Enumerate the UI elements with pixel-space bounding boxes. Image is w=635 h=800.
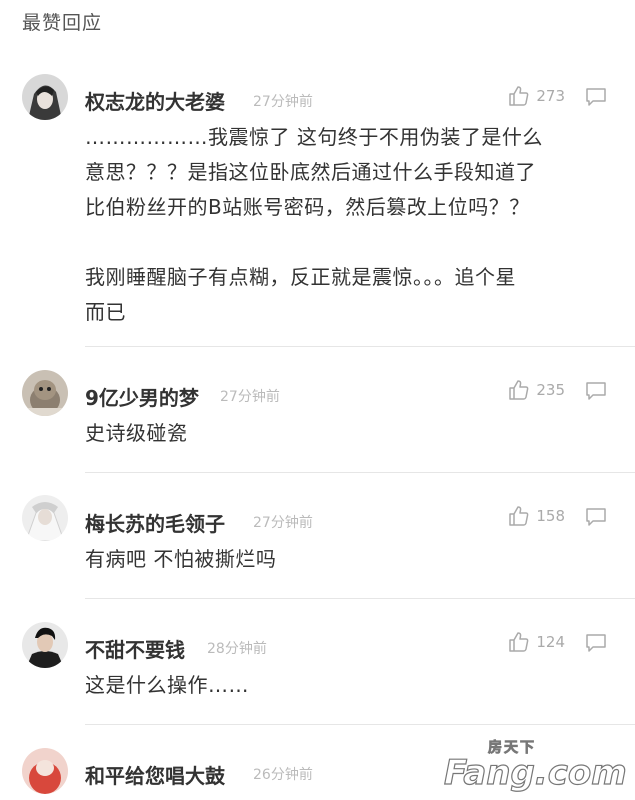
thumbs-up-icon: [508, 631, 530, 653]
thumbs-up-icon: [508, 379, 530, 401]
comment-bubble-icon[interactable]: [585, 633, 607, 657]
thumbs-up-icon: [508, 505, 530, 527]
comment-text: 有病吧 不怕被撕烂吗: [85, 547, 277, 571]
comment-line: 而已: [85, 300, 126, 324]
timestamp: 27分钟前: [253, 94, 313, 110]
username[interactable]: 梅长苏的毛领子: [85, 508, 225, 537]
like-count: 235: [536, 381, 565, 399]
comment-bubble-icon[interactable]: [585, 507, 607, 531]
avatar[interactable]: [22, 748, 68, 794]
thumbs-up-icon: [508, 85, 530, 107]
username[interactable]: 和平给您唱大鼓: [85, 760, 225, 789]
timestamp: 26分钟前: [253, 767, 313, 783]
like-button[interactable]: 158: [508, 505, 565, 527]
username[interactable]: 9亿少男的梦: [85, 382, 199, 411]
like-button[interactable]: 235: [508, 379, 565, 401]
comment-line: 意思？？？是指这位卧底然后通过什么手段知道了: [85, 160, 536, 184]
watermark-text: Fang.com: [444, 753, 627, 792]
username[interactable]: 不甜不要钱: [85, 634, 185, 663]
username[interactable]: 权志龙的大老婆: [85, 86, 225, 115]
timestamp: 27分钟前: [220, 389, 280, 405]
avatar[interactable]: [22, 74, 68, 120]
comment-page: 最赞回应 权志龙的大老婆 27分钟前 273 ………………我震惊了 这句终于不用…: [0, 0, 635, 800]
comment-bubble-icon[interactable]: [585, 87, 607, 111]
like-button[interactable]: 273: [508, 85, 565, 107]
comment-line: 比伯粉丝开的B站账号密码，然后篡改上位吗？？: [85, 195, 530, 219]
section-title: 最赞回应: [22, 12, 103, 34]
divider: [85, 724, 635, 725]
comment-line: ………………我震惊了 这句终于不用伪装了是什么: [85, 125, 543, 149]
avatar[interactable]: [22, 495, 68, 541]
divider: [85, 346, 635, 347]
like-count: 273: [536, 87, 565, 105]
comment-line: 我刚睡醒脑子有点糊，反正就是震惊。。。追个星: [85, 265, 516, 289]
divider: [85, 598, 635, 599]
comment-bubble-icon[interactable]: [585, 381, 607, 405]
fang-watermark-logo: 房天下 Fang.com: [440, 736, 630, 794]
like-count: 124: [536, 633, 565, 651]
like-count: 158: [536, 507, 565, 525]
divider: [85, 472, 635, 473]
comment-text: 史诗级碰瓷: [85, 421, 188, 445]
comment-text: 这是什么操作……: [85, 673, 249, 697]
timestamp: 27分钟前: [253, 515, 313, 531]
avatar[interactable]: [22, 370, 68, 416]
like-button[interactable]: 124: [508, 631, 565, 653]
avatar[interactable]: [22, 622, 68, 668]
comment-text: ………………我震惊了 这句终于不用伪装了是什么 意思？？？是指这位卧底然后通过什…: [85, 120, 610, 330]
timestamp: 28分钟前: [207, 641, 267, 657]
